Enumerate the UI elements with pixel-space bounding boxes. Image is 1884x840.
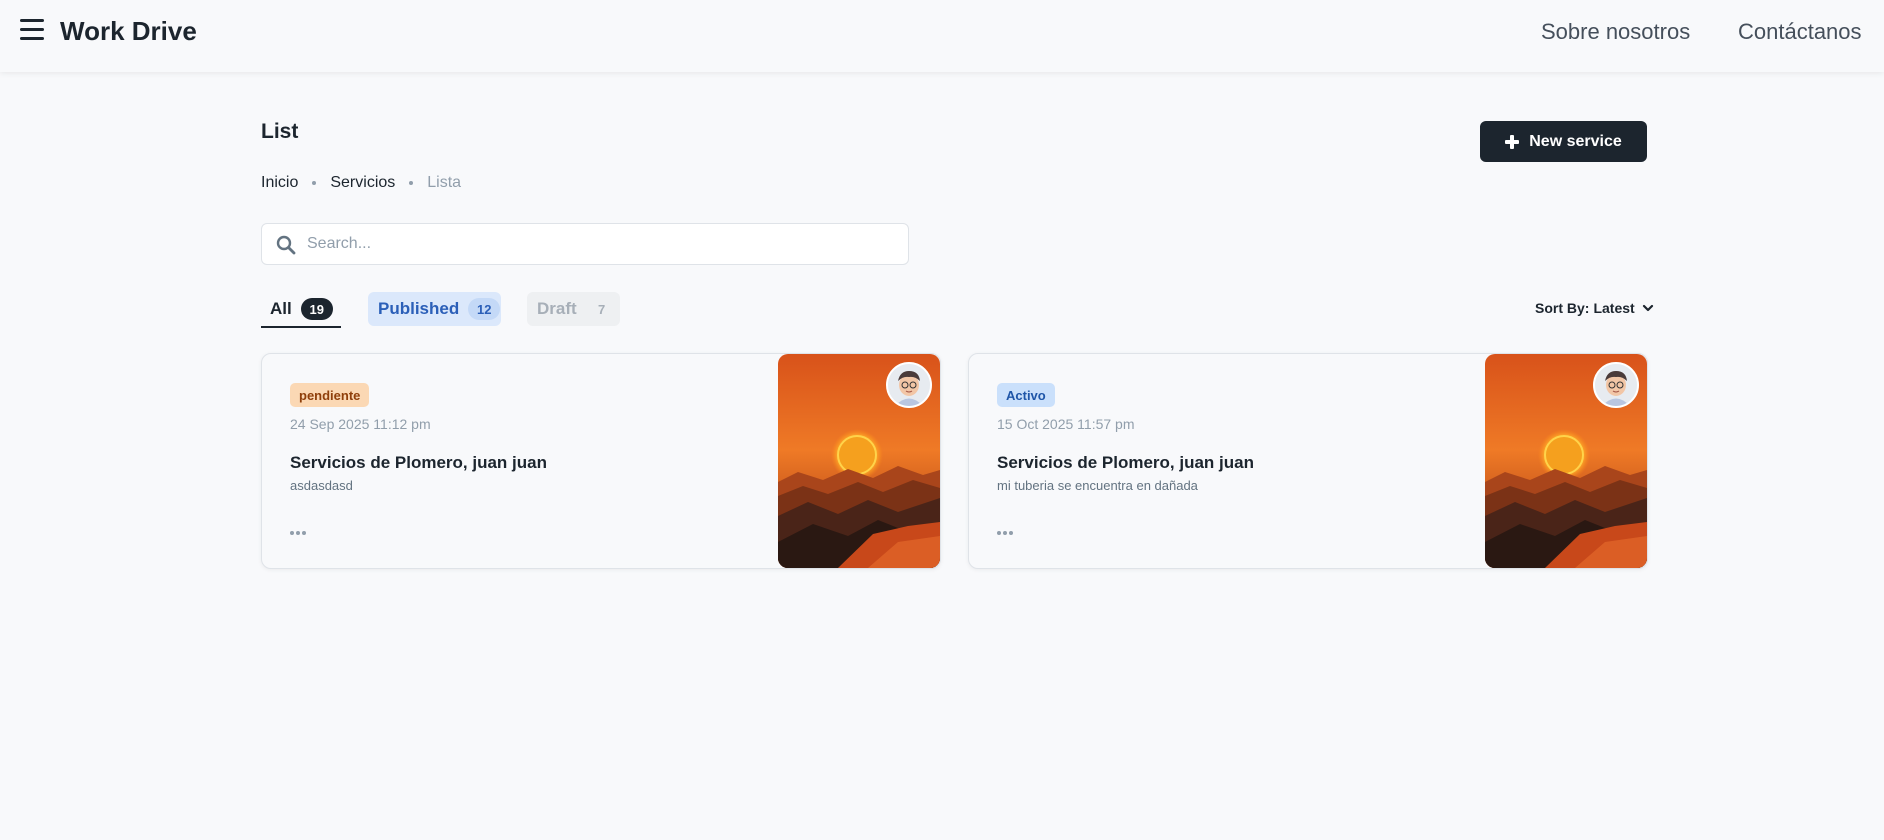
status-badge: Activo bbox=[997, 383, 1055, 407]
sort-dropdown[interactable]: Sort By: Latest bbox=[1535, 300, 1654, 316]
new-service-button[interactable]: New service bbox=[1480, 121, 1647, 162]
breadcrumb-separator bbox=[409, 181, 414, 185]
card-cover-image bbox=[778, 354, 940, 568]
more-options-icon[interactable] bbox=[290, 529, 306, 537]
card-description: asdasdasd bbox=[290, 478, 353, 493]
tab-draft-label: Draft bbox=[537, 299, 577, 318]
page-title: List bbox=[261, 120, 299, 143]
card-description: mi tuberia se encuentra en dañada bbox=[997, 478, 1198, 493]
tab-published[interactable]: Published 12 bbox=[368, 292, 501, 326]
tab-all[interactable]: All 19 bbox=[261, 292, 341, 328]
search-box[interactable] bbox=[261, 223, 909, 265]
card-date: 15 Oct 2025 11:57 pm bbox=[997, 416, 1135, 432]
service-card[interactable]: Activo 15 Oct 2025 11:57 pm Servicios de… bbox=[968, 353, 1648, 569]
tab-draft-count: 7 bbox=[598, 301, 606, 317]
breadcrumb: Inicio Servicios Lista bbox=[261, 174, 461, 192]
card-title[interactable]: Servicios de Plomero, juan juan bbox=[997, 453, 1254, 473]
tab-draft[interactable]: Draft 7 bbox=[527, 292, 620, 326]
hamburger-menu-icon[interactable] bbox=[20, 19, 44, 41]
service-card[interactable]: pendiente 24 Sep 2025 11:12 pm Servicios… bbox=[261, 353, 941, 569]
card-cover-image bbox=[1485, 354, 1647, 568]
avatar[interactable] bbox=[1593, 362, 1639, 408]
sort-value: Latest bbox=[1593, 300, 1635, 316]
tab-all-count: 19 bbox=[300, 298, 333, 320]
breadcrumb-home[interactable]: Inicio bbox=[261, 174, 298, 192]
more-options-icon[interactable] bbox=[997, 529, 1013, 537]
chevron-down-icon bbox=[1642, 304, 1653, 312]
plus-icon bbox=[1505, 134, 1520, 149]
tab-published-label: Published bbox=[378, 299, 460, 318]
breadcrumb-separator bbox=[312, 181, 317, 185]
sort-label: Sort By: bbox=[1535, 300, 1590, 316]
top-navbar: Work Drive Sobre nosotros Contáctanos bbox=[0, 0, 1884, 72]
status-badge: pendiente bbox=[290, 383, 370, 407]
app-title[interactable]: Work Drive bbox=[60, 16, 197, 47]
breadcrumb-services[interactable]: Servicios bbox=[330, 174, 395, 192]
new-service-label: New service bbox=[1529, 132, 1622, 150]
search-input[interactable] bbox=[307, 224, 897, 264]
breadcrumb-current: Lista bbox=[427, 174, 462, 191]
tab-published-count: 12 bbox=[468, 298, 501, 320]
nav-link-about[interactable]: Sobre nosotros bbox=[1541, 19, 1690, 45]
tab-all-label: All bbox=[270, 299, 292, 318]
avatar[interactable] bbox=[886, 362, 932, 408]
card-date: 24 Sep 2025 11:12 pm bbox=[290, 416, 431, 432]
search-icon bbox=[276, 235, 296, 255]
nav-link-contact[interactable]: Contáctanos bbox=[1738, 19, 1862, 45]
card-title[interactable]: Servicios de Plomero, juan juan bbox=[290, 453, 547, 473]
